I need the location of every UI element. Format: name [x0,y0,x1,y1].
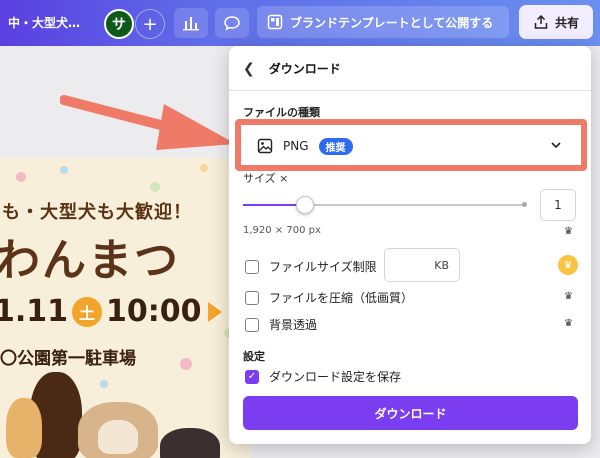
analytics-button[interactable] [174,8,208,38]
size-slider-end [522,202,527,207]
file-size-limit-input[interactable]: KB [384,248,460,282]
top-toolbar: 中・大型犬… サ + ブランドテンプレートとして公開する 共有 [0,0,600,46]
share-button[interactable]: 共有 [519,5,593,39]
poster-design[interactable]: も・大型犬も大歓迎！ わんまつ 1.11 土 10:00 16 〇公園第一駐車場 [0,158,250,458]
crown-icon: ♛ [564,226,573,237]
panel-divider [229,90,591,91]
crown-icon: ♛ [564,291,573,302]
compress-label: ファイルを圧縮（低画質） [269,291,414,305]
compress-checkbox[interactable] [245,290,259,305]
poster-date: 1.11 土 10:00 16 [0,294,250,329]
pointer-arrow-annotation [60,95,236,150]
save-settings-label: ダウンロード設定を保存 [269,370,402,384]
save-settings-option[interactable]: ✓ ダウンロード設定を保存 [245,368,401,385]
size-label: サイズ × [243,172,289,185]
comment-icon [224,16,240,31]
poster-place: 〇公園第一駐車場 [0,349,136,369]
transparent-background-label: 背景透過 [269,318,318,332]
size-slider-handle[interactable] [296,196,315,214]
document-title[interactable]: 中・大型犬… [8,14,80,31]
template-icon [267,14,283,30]
poster-arrow-shape [207,301,222,322]
publish-label: ブランドテンプレートとして公開する [290,15,494,30]
output-dimensions: 1,920 × 700 px [243,225,321,236]
poster-day-of-week: 土 [72,296,103,327]
file-type-highlight-annotation [235,119,587,171]
transparent-background-checkbox[interactable] [245,317,259,332]
poster-banner-text: も・大型犬も大歓迎！ [2,202,192,223]
panel-title: ダウンロード [268,62,341,76]
file-size-limit-option[interactable]: ファイルサイズ制限 [245,258,377,275]
transparent-background-option[interactable]: 背景透過 [245,316,317,333]
poster-date-day: 1.11 [0,294,69,329]
comment-button[interactable] [215,8,249,38]
share-label: 共有 [554,15,579,30]
file-type-label: ファイルの種類 [243,106,320,119]
panel-header: ❮ ダウンロード [243,60,341,77]
file-size-limit-checkbox[interactable] [245,259,259,274]
bar-chart-icon [183,17,199,31]
crown-icon: ♛ [564,318,573,329]
add-collaborator-button[interactable]: + [135,9,165,39]
poster-headline: わんまつ [0,235,180,286]
back-arrow-icon[interactable]: ❮ [243,61,255,77]
save-settings-checkbox[interactable]: ✓ [245,369,259,384]
kb-unit-label: KB [434,259,449,272]
poster-time: 10:00 [106,294,202,329]
file-size-limit-label: ファイルサイズ制限 [269,260,377,274]
download-button[interactable]: ダウンロード [243,396,578,430]
settings-label: 設定 [243,350,265,363]
compress-option[interactable]: ファイルを圧縮（低画質） [245,289,413,306]
upload-icon [534,14,548,29]
avatar[interactable]: サ [104,9,134,39]
size-slider[interactable] [243,196,527,214]
premium-crown-icon: ♛ [558,255,578,275]
download-panel: ❮ ダウンロード ファイルの種類 PNG 推奨 サイズ × 1 1,920 × … [229,46,591,444]
size-multiplier-input[interactable]: 1 [540,189,576,221]
publish-brand-template-button[interactable]: ブランドテンプレートとして公開する [257,6,509,38]
